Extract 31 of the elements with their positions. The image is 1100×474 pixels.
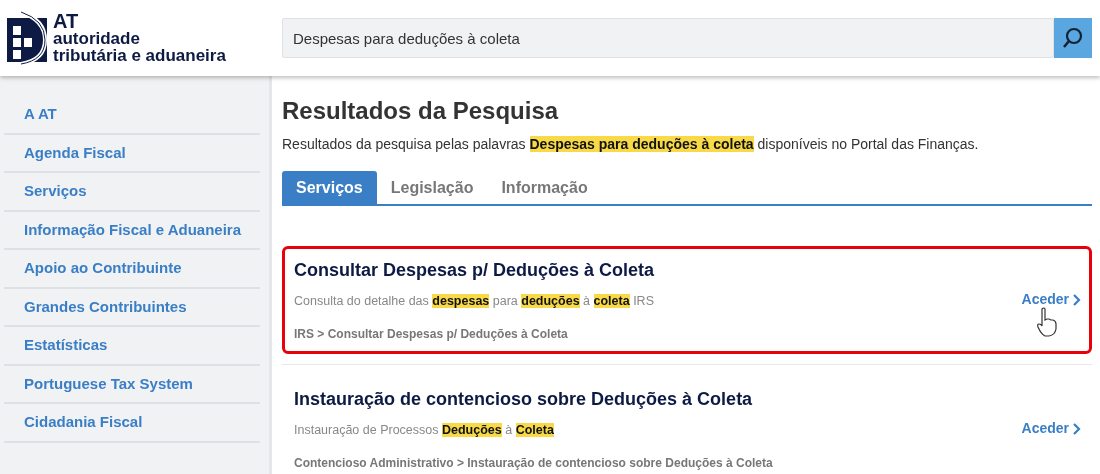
- sidebar-link[interactable]: Grandes Contribuintes: [4, 295, 187, 318]
- result-title[interactable]: Consultar Despesas p/ Deduções à Coleta: [294, 257, 1022, 284]
- result-description: Consulta do detalhe das despesas para deduções à coleta IRS: [294, 293, 655, 310]
- access-link[interactable]: Aceder: [1021, 418, 1081, 440]
- sidebar-link[interactable]: Cidadania Fiscal: [4, 411, 143, 434]
- chevron-icon: [1073, 293, 1081, 306]
- result-description: Instauração de Processos Deduções à Coleta: [294, 421, 555, 439]
- logo-text: tributária e aduaneira: [53, 47, 226, 64]
- logo-text: autoridade: [53, 30, 141, 47]
- result-path: Contencioso Administrativo > Instauração de contencioso sobre Deduções à Coleta: [294, 454, 774, 472]
- access-link[interactable]: Aceder: [1021, 289, 1081, 311]
- emblem-icon: [7, 10, 47, 66]
- sidebar-link[interactable]: Agenda Fiscal: [4, 141, 126, 164]
- sidebar-link[interactable]: Informação Fiscal e Aduaneira: [4, 218, 242, 241]
- sidebar-link[interactable]: Apoio ao Contribuinte: [4, 257, 182, 280]
- search-icon: [1062, 27, 1084, 49]
- tab[interactable]: Informação: [487, 171, 602, 204]
- logo-text: AT: [53, 12, 80, 30]
- sidebar-link[interactable]: A AT: [4, 103, 57, 126]
- chevron-icon: [1073, 422, 1081, 435]
- sidebar-link[interactable]: Portuguese Tax System: [4, 372, 193, 395]
- tab[interactable]: Legislação: [376, 171, 488, 204]
- result-path: IRS > Consultar Despesas p/ Deduções à Coleta: [294, 325, 569, 343]
- search-field[interactable]: Despesas para deduções à coleta: [282, 18, 1054, 58]
- sidebar-link[interactable]: Serviços: [4, 180, 87, 203]
- tab[interactable]: Serviços: [282, 171, 377, 204]
- result-title[interactable]: Instauração de contencioso sobre Deduções à Coleta: [294, 385, 1022, 413]
- page-title: Resultados da Pesquisa: [282, 96, 560, 126]
- sidebar-link[interactable]: Estatísticas: [4, 334, 108, 357]
- search-button[interactable]: [1054, 18, 1092, 58]
- intro-text: Resultados da pesquisa pelas palavras Despesas para deduções à coleta disponíveis no Portal das Finanças.: [282, 135, 980, 154]
